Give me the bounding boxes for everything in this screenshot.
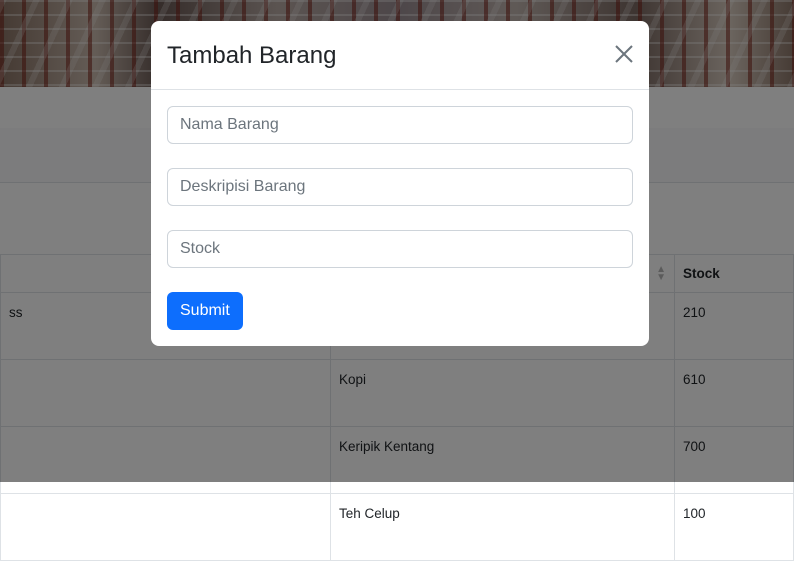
- close-button[interactable]: [611, 41, 637, 67]
- submit-button[interactable]: Submit: [167, 292, 243, 330]
- modal-title: Tambah Barang: [167, 42, 337, 69]
- table-cell: Teh Celup: [330, 493, 675, 561]
- close-icon: [615, 45, 633, 63]
- deskripsi-barang-input[interactable]: [167, 168, 633, 206]
- modal-header: Tambah Barang: [151, 21, 649, 90]
- nama-barang-input[interactable]: [167, 106, 633, 144]
- stock-input[interactable]: [167, 230, 633, 268]
- table-cell: [0, 493, 331, 561]
- table-row: Teh Celup 100: [0, 493, 794, 561]
- modal-body: Submit: [167, 106, 633, 330]
- add-item-modal: Tambah Barang Submit: [151, 21, 649, 346]
- table-cell: 100: [674, 493, 794, 561]
